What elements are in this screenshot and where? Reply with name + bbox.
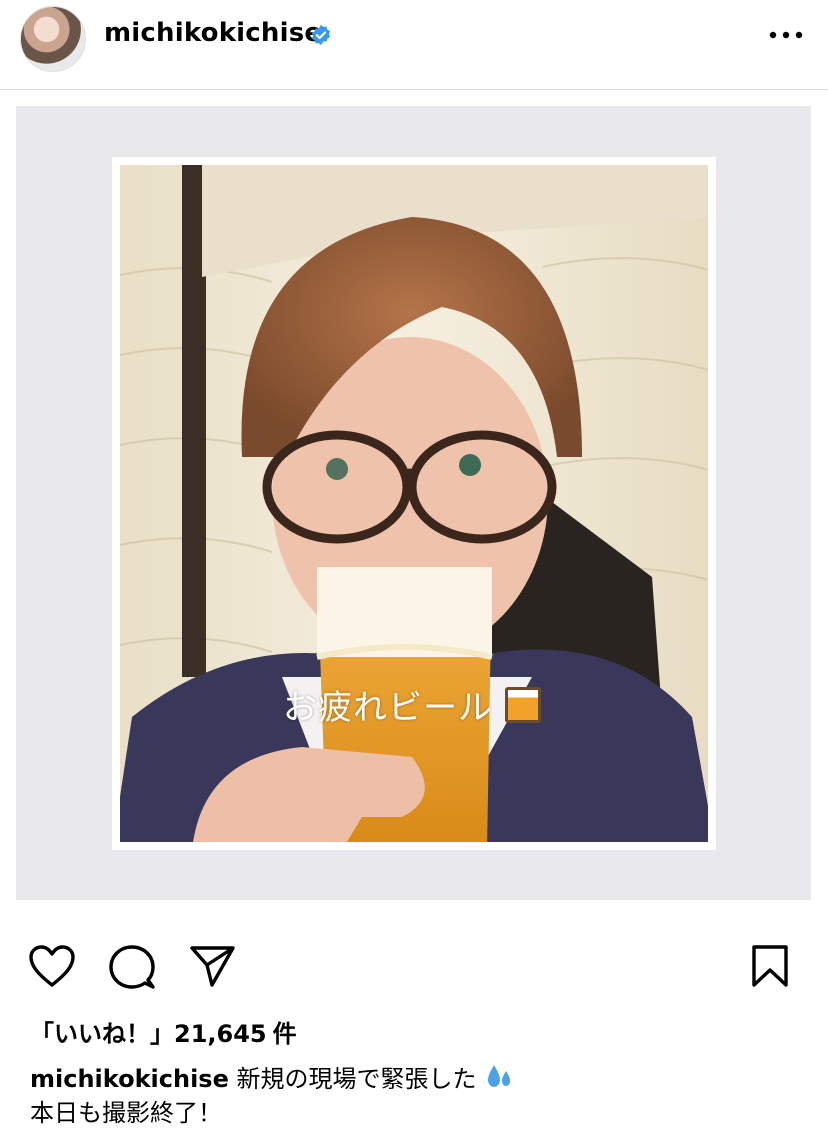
heart-icon[interactable] <box>28 944 76 988</box>
overlay-caption-text: お疲れビール <box>283 688 493 728</box>
image-overlay-caption: お疲れビール <box>283 680 541 729</box>
post-caption: michikokichise 新規の現場で緊張した 本日も撮影終了！ <box>30 1062 790 1130</box>
avatar[interactable] <box>20 6 86 72</box>
post-photo[interactable]: お疲れビール <box>112 157 716 850</box>
comment-icon[interactable] <box>108 944 156 990</box>
caption-line1: 新規の現場で緊張した <box>236 1065 477 1093</box>
username[interactable]: michikokichise <box>104 18 322 48</box>
caption-line2: 本日も撮影終了！ <box>30 1099 222 1127</box>
beer-mug-emoji <box>504 687 541 723</box>
caption-username[interactable]: michikokichise <box>30 1065 229 1093</box>
likes-label: 「いいね！」 <box>30 1020 174 1048</box>
send-icon[interactable] <box>188 944 236 988</box>
more-options-icon[interactable] <box>766 20 806 50</box>
likes-count[interactable]: 「いいね！」21,645 件 <box>30 1014 297 1049</box>
verified-badge-icon <box>311 24 331 46</box>
post-header: michikokichise <box>0 0 828 90</box>
bookmark-icon[interactable] <box>750 944 790 988</box>
photo-illustration <box>112 157 716 850</box>
sweat-droplets-emoji <box>484 1063 511 1089</box>
likes-suffix: 件 <box>272 1020 297 1048</box>
likes-number: 21,645 <box>174 1020 267 1048</box>
